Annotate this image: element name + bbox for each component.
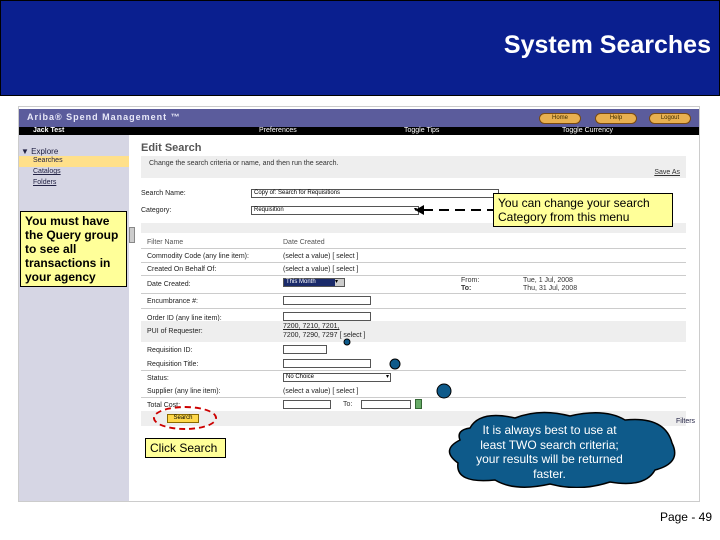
home-button[interactable]: Home [539,113,581,124]
filter-label: Requisition Title: [147,361,199,368]
chevron-down-icon: ▾ [335,279,344,286]
nav-toggle-currency[interactable]: Toggle Currency [562,127,613,135]
filter-label: Status: [147,375,169,382]
date-created-select[interactable]: This Month ▾ [283,278,345,287]
nav-preferences[interactable]: Preferences [259,127,297,135]
from-value: Tue, 1 Jul, 2008 [523,277,573,284]
sidebar-item-searches[interactable]: Searches [33,157,63,164]
sidebar-collapse-handle[interactable] [129,227,135,243]
page-number: Page - 49 [659,510,712,524]
cloud-callout-text: It is always best to use at least TWO se… [476,423,623,481]
search-name-label: Search Name: [141,190,186,197]
callout-query-group: You must have the Query group to see all… [20,211,127,287]
filter-label: PUI of Requester: [147,328,203,335]
sidebar-item-catalogs[interactable]: Catalogs [33,168,61,175]
status-value: No Choice [286,374,315,380]
highlight-circle [153,406,217,430]
instructions-text: Change the search criteria or name, and … [149,160,339,167]
divider [141,293,686,294]
filter-value[interactable]: (select a value) [ select ] [283,266,358,273]
thought-bubbles [343,338,452,399]
filter-label: Requisition ID: [147,347,193,354]
total-cost-from-input[interactable] [283,400,331,409]
sidebar: ▼ Explore Searches Catalogs Folders [19,135,129,501]
slide-banner: System Searches [0,0,720,96]
filter-header-date: Date Created [283,239,325,246]
filter-label: Encumbrance #: [147,298,198,305]
filter-header-name: Filter Name [147,239,184,246]
slide-title: System Searches [503,31,711,59]
filter-label: Date Created: [147,281,191,288]
sidebar-item-folders[interactable]: Folders [33,179,56,186]
triangle-down-icon: ▼ [21,147,32,156]
requisition-id-input[interactable] [283,345,327,354]
callout-click-search: Click Search [145,438,226,458]
search-name-input[interactable]: Copy of: Search for Requisitions [251,189,499,198]
sidebar-section-label: Explore [31,147,59,156]
callout-category: You can change your search Category from… [493,193,673,227]
nav-toggle-tips[interactable]: Toggle Tips [404,127,439,135]
filter-value[interactable]: (select a value) [ select ] [283,253,358,260]
to-label: To: [461,285,472,292]
instructions-box: Change the search criteria or name, and … [141,156,686,178]
app-header: Ariba® Spend Management ™ Home Help Logo… [19,109,699,127]
pui-values[interactable]: 7200, 7210, 7201, [283,323,339,330]
divider [141,262,686,263]
divider [141,275,686,276]
category-label: Category: [141,207,172,214]
ariba-logo: Ariba® Spend Management ™ [27,112,181,122]
from-label: From: [461,277,480,284]
divider [141,248,686,249]
logout-button[interactable]: Logout [649,113,691,124]
nav-bar: Jack Test Preferences Toggle Tips Toggle… [19,127,699,135]
filter-label: Commodity Code (any line item): [147,253,249,260]
divider [141,308,686,309]
help-button[interactable]: Help [595,113,637,124]
order-id-input[interactable] [283,312,371,321]
to-value: Thu, 31 Jul, 2008 [523,285,578,292]
category-select[interactable]: Requisition▾ [251,206,419,215]
filter-label: Created On Behalf Of: [147,266,217,273]
encumbrance-input[interactable] [283,296,371,305]
filter-label: Supplier (any line item): [147,388,221,395]
arrow-left-icon [415,205,493,215]
date-created-value: This Month [286,279,316,285]
page-title: Edit Search [141,142,202,154]
user-name: Jack Test [33,127,65,134]
sidebar-explore[interactable]: ▼ Explore [21,147,58,156]
category-value: Requisition [254,207,284,213]
save-as-link[interactable]: Save As [654,169,680,176]
